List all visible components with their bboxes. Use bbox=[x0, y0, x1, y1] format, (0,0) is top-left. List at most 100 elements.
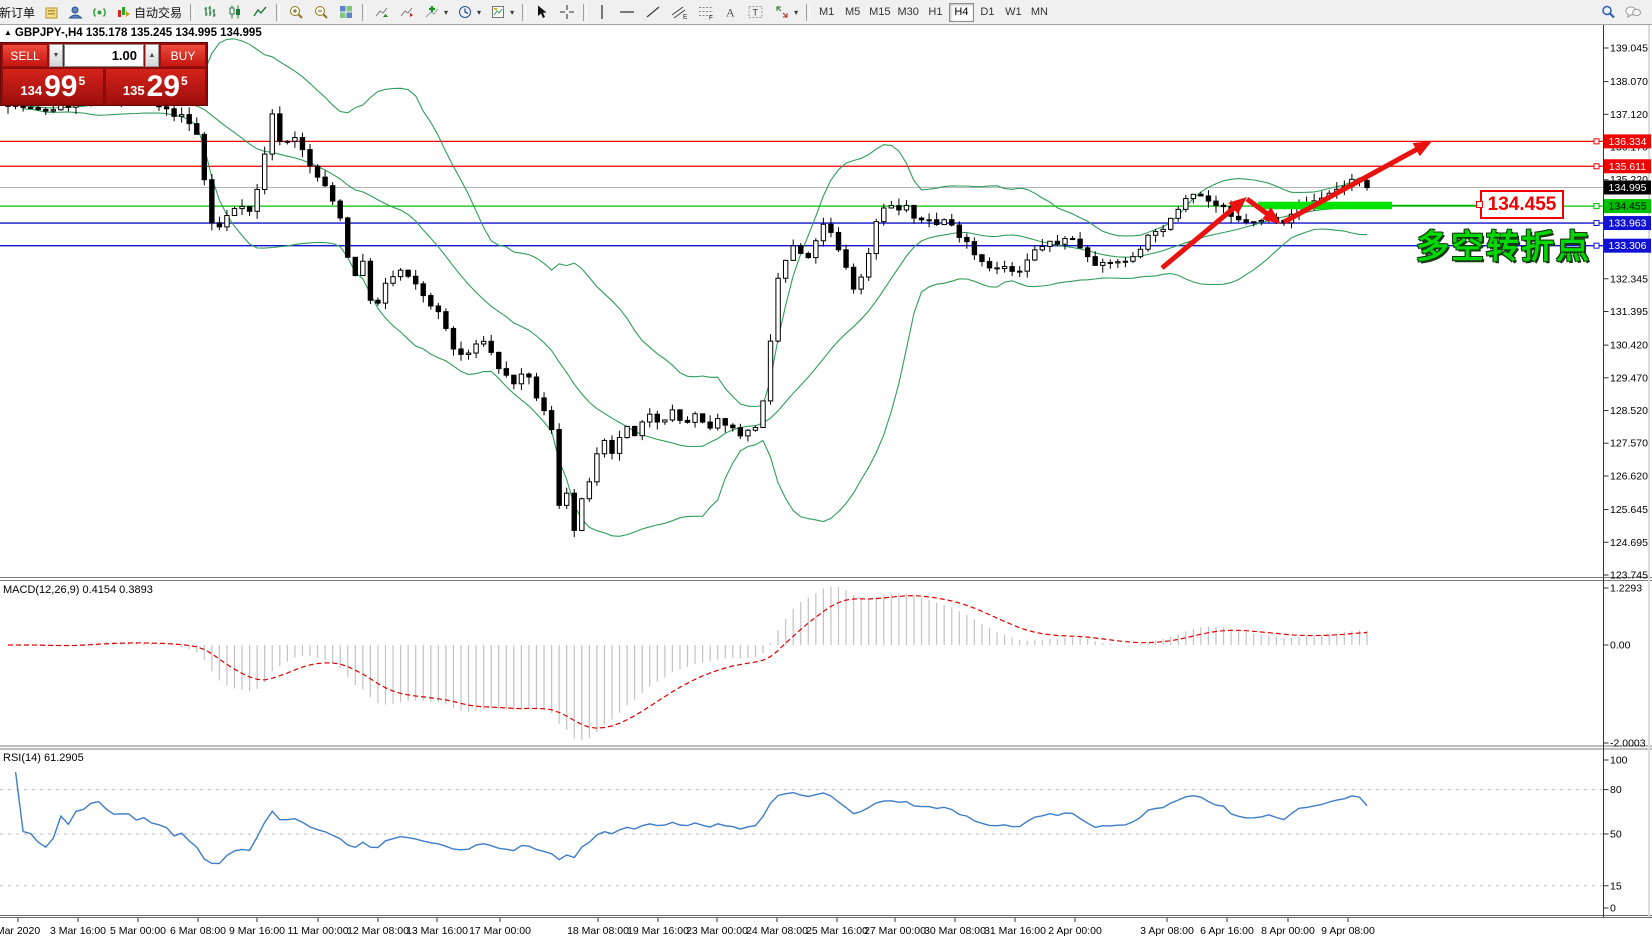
svg-text:138.070: 138.070 bbox=[1610, 76, 1648, 88]
timeframe-m30[interactable]: M30 bbox=[895, 3, 922, 22]
timeframe-w1[interactable]: W1 bbox=[1001, 3, 1026, 22]
auto-scroll-icon bbox=[374, 4, 390, 20]
templates-icon bbox=[490, 4, 506, 20]
bar-chart-button[interactable] bbox=[198, 2, 222, 22]
svg-text:27 Mar 00:00: 27 Mar 00:00 bbox=[864, 925, 926, 937]
mt4-window: 139.045138.070137.120136.170135.220132.3… bbox=[0, 0, 1652, 947]
svg-text:24 Mar 08:00: 24 Mar 08:00 bbox=[746, 925, 808, 937]
timeframe-m5[interactable]: M5 bbox=[840, 3, 865, 22]
candlestick-chart-button[interactable] bbox=[223, 2, 247, 22]
timeframe-m1[interactable]: M1 bbox=[814, 3, 839, 22]
dropdown-caret-icon: ▾ bbox=[444, 8, 448, 17]
data-window-icon bbox=[68, 5, 83, 20]
chart-canvas[interactable]: 139.045138.070137.120136.170135.220132.3… bbox=[0, 0, 1652, 947]
text-icon: A bbox=[724, 4, 738, 20]
auto-trading-button[interactable]: 自动交易 bbox=[112, 2, 186, 22]
buy-button[interactable]: BUY bbox=[160, 44, 206, 67]
svg-text:136.334: 136.334 bbox=[1609, 136, 1647, 148]
svg-text:3 Apr 08:00: 3 Apr 08:00 bbox=[1140, 925, 1194, 937]
line-chart-button[interactable] bbox=[248, 2, 272, 22]
auto-scroll-button[interactable] bbox=[370, 2, 394, 22]
svg-text:135.611: 135.611 bbox=[1609, 161, 1646, 173]
vertical-line-icon bbox=[595, 4, 609, 20]
search-icon bbox=[1600, 4, 1616, 20]
svg-text:126.620: 126.620 bbox=[1610, 470, 1648, 482]
sell-button[interactable]: SELL bbox=[2, 44, 48, 67]
cursor-icon bbox=[534, 4, 550, 20]
svg-text:137.120: 137.120 bbox=[1610, 109, 1648, 121]
time-axis: Mar 20203 Mar 16:005 Mar 00:006 Mar 08:0… bbox=[0, 918, 1375, 937]
horizontal-line-button[interactable] bbox=[614, 2, 640, 22]
svg-text:129.470: 129.470 bbox=[1610, 372, 1648, 384]
fibonacci-button[interactable]: F bbox=[693, 2, 719, 22]
toolbar-separator bbox=[583, 4, 587, 21]
svg-text:-2.0003: -2.0003 bbox=[1610, 738, 1646, 750]
svg-text:123.745: 123.745 bbox=[1610, 569, 1648, 581]
svg-text:17 Mar 00:00: 17 Mar 00:00 bbox=[469, 925, 531, 937]
timeframe-m15[interactable]: M15 bbox=[866, 3, 893, 22]
vertical-line-button[interactable] bbox=[591, 2, 613, 22]
svg-text:T: T bbox=[753, 8, 759, 18]
rsi-indicator-label: RSI(14) 61.2905 bbox=[3, 752, 84, 764]
timeframe-h1[interactable]: H1 bbox=[923, 3, 948, 22]
svg-text:131.395: 131.395 bbox=[1610, 306, 1648, 318]
chart-shift-icon bbox=[399, 4, 415, 20]
collapse-arrow-icon[interactable]: ▲ bbox=[4, 28, 12, 37]
cursor-button[interactable] bbox=[530, 2, 554, 22]
zoom-in-button[interactable] bbox=[284, 2, 308, 22]
svg-text:139.045: 139.045 bbox=[1610, 43, 1648, 55]
svg-text:F: F bbox=[709, 15, 713, 21]
bid-price[interactable]: 134 99 5 bbox=[2, 68, 104, 105]
auto-trading-icon bbox=[116, 5, 131, 20]
svg-text:5 Mar 00:00: 5 Mar 00:00 bbox=[110, 925, 166, 937]
text-button[interactable]: A bbox=[720, 2, 742, 22]
timeframe-d1[interactable]: D1 bbox=[975, 3, 1000, 22]
svg-text:E: E bbox=[683, 14, 688, 21]
tile-windows-button[interactable] bbox=[334, 2, 358, 22]
indicators-icon bbox=[424, 4, 440, 20]
text-label-button[interactable]: T bbox=[743, 2, 769, 22]
toolbar-separator bbox=[362, 4, 366, 21]
svg-text:12 Mar 08:00: 12 Mar 08:00 bbox=[347, 925, 409, 937]
crosshair-button[interactable] bbox=[555, 2, 579, 22]
svg-text:A: A bbox=[726, 6, 735, 20]
timeframe-h4[interactable]: H4 bbox=[949, 3, 974, 22]
search-button[interactable] bbox=[1596, 2, 1620, 22]
chart-shift-button[interactable] bbox=[395, 2, 419, 22]
equidistant-channel-icon: E bbox=[670, 4, 688, 20]
equidistant-channel-button[interactable]: E bbox=[666, 2, 692, 22]
zoom-out-button[interactable] bbox=[309, 2, 333, 22]
price-callout-text: 134.455 bbox=[1488, 194, 1557, 215]
indicators-button[interactable]: ▾ bbox=[420, 2, 452, 22]
fibonacci-icon: F bbox=[697, 4, 715, 20]
periods-button[interactable]: ▾ bbox=[453, 2, 485, 22]
svg-text:23 Mar 00:00: 23 Mar 00:00 bbox=[686, 925, 748, 937]
svg-text:80: 80 bbox=[1610, 784, 1622, 796]
volume-increase-button[interactable]: ▲ bbox=[145, 44, 159, 67]
timeframe-mn[interactable]: MN bbox=[1027, 3, 1052, 22]
text-label-icon: T bbox=[747, 4, 765, 20]
svg-text:124.695: 124.695 bbox=[1610, 537, 1648, 549]
market-watch-icon bbox=[44, 5, 59, 20]
svg-text:50: 50 bbox=[1610, 829, 1622, 841]
arrows-icon bbox=[774, 4, 790, 20]
ask-point: 5 bbox=[181, 74, 188, 88]
data-window-button[interactable] bbox=[64, 2, 87, 22]
new-order-button[interactable]: 新订单 bbox=[0, 2, 39, 22]
ask-price[interactable]: 135 29 5 bbox=[105, 68, 207, 105]
trendline-button[interactable] bbox=[641, 2, 665, 22]
signals-button[interactable] bbox=[88, 2, 111, 22]
svg-text:3 Mar 16:00: 3 Mar 16:00 bbox=[50, 925, 106, 937]
volume-decrease-button[interactable]: ▼ bbox=[49, 44, 63, 67]
volume-input[interactable] bbox=[64, 44, 144, 67]
turning-point-note[interactable]: 多空转折点 bbox=[1416, 220, 1591, 268]
templates-button[interactable]: ▾ bbox=[486, 2, 518, 22]
market-watch-button[interactable] bbox=[40, 2, 63, 22]
svg-text:30 Mar 08:00: 30 Mar 08:00 bbox=[924, 925, 986, 937]
arrows-button[interactable]: ▾ bbox=[770, 2, 802, 22]
chat-button[interactable] bbox=[1620, 2, 1646, 22]
svg-text:0.00: 0.00 bbox=[1610, 640, 1631, 652]
price-callout-label[interactable]: 134.455 bbox=[1480, 190, 1564, 219]
toolbar-separator bbox=[276, 4, 280, 21]
toolbar-separator bbox=[522, 4, 526, 21]
